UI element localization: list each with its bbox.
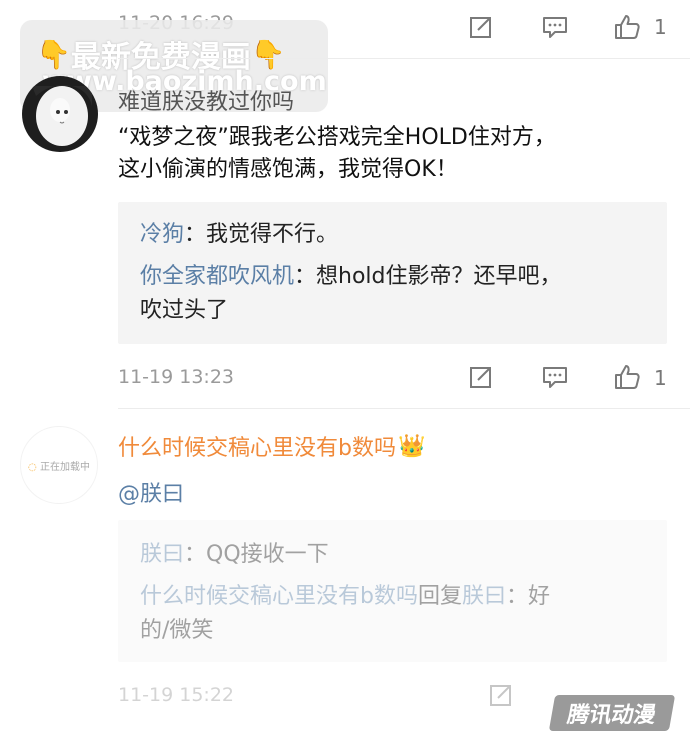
reply-text: 想hold住影帝？还早吧，: [316, 264, 562, 289]
reply-box[interactable]: 朕曰：QQ接收一下 什么时候交稿心里没有b数吗回复朕曰：好 的/微笑: [118, 520, 667, 662]
divider: [118, 408, 690, 409]
reply-text-continued: 吹过头了: [140, 298, 229, 323]
like-count: 1: [654, 366, 667, 390]
reply-text-continued: 的/微笑: [140, 618, 214, 643]
reply-target-username[interactable]: 朕曰: [462, 584, 506, 609]
mention-link[interactable]: @朕曰: [118, 476, 184, 508]
reply-item: 冷狗：我觉得不行。: [140, 222, 339, 247]
reply-box[interactable]: 冷狗：我觉得不行。 你全家都吹风机：想hold住影帝？还早吧， 吹过头了: [118, 202, 667, 344]
comment-username[interactable]: 难道朕没教过你吗: [118, 84, 294, 116]
reply-item: 什么时候交稿心里没有b数吗回复朕曰：好: [140, 584, 551, 609]
crown-badge-icon: 👑: [397, 433, 426, 459]
reply-text: 我觉得不行。: [206, 222, 339, 247]
avatar-loading-text: ◌ 正在加载中: [28, 461, 90, 473]
comment-time: 11-19 15:22: [118, 684, 235, 706]
like-count: 1: [654, 15, 667, 39]
comment-username[interactable]: 什么时候交稿心里没有b数吗: [118, 430, 396, 462]
divider: [118, 58, 690, 59]
edit-icon[interactable]: [486, 680, 516, 710]
thumbs-up-icon[interactable]: [612, 12, 642, 42]
thumbs-up-icon[interactable]: [612, 362, 642, 392]
brand-watermark: 腾讯动漫: [548, 695, 676, 731]
comment-time: 11-19 13:23: [118, 366, 235, 388]
reply-text: QQ接收一下: [206, 542, 329, 567]
comment-icon[interactable]: [540, 362, 570, 392]
avatar[interactable]: [22, 76, 98, 152]
reply-item: 你全家都吹风机：想hold住影帝？还早吧，: [140, 264, 562, 289]
reply-username[interactable]: 冷狗: [140, 222, 184, 247]
reply-item: 朕曰：QQ接收一下: [140, 542, 329, 567]
reply-username[interactable]: 朕曰: [140, 542, 184, 567]
reply-text: 好: [528, 584, 551, 609]
edit-icon[interactable]: [466, 12, 496, 42]
comment-content-line1: “戏梦之夜”跟我老公搭戏完全HOLD住对方，: [118, 125, 556, 150]
comment-content-line2: 这小偷演的情感饱满，我觉得OK！: [118, 157, 458, 182]
comment-icon[interactable]: [540, 12, 570, 42]
edit-icon[interactable]: [466, 362, 496, 392]
reply-username[interactable]: 什么时候交稿心里没有b数吗: [140, 584, 418, 609]
avatar[interactable]: ◌ 正在加载中: [20, 426, 98, 504]
spinner-icon: ◌: [28, 461, 37, 473]
comment-username-row: 什么时候交稿心里没有b数吗 👑: [118, 430, 425, 462]
reply-username[interactable]: 你全家都吹风机: [140, 264, 294, 289]
